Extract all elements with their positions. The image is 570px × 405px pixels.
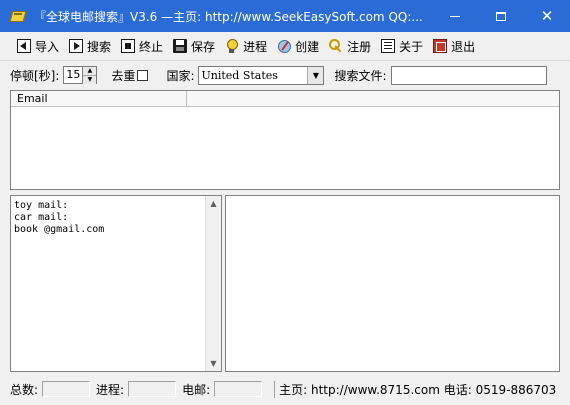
empty-column-header[interactable] <box>187 91 559 106</box>
email-list-header: Email <box>11 91 559 107</box>
delay-spinner[interactable]: 15 ▲ ▼ <box>63 66 98 84</box>
email-count-field <box>214 381 263 397</box>
minimize-icon <box>450 15 460 17</box>
exit-button[interactable]: 退出 <box>433 35 475 57</box>
import-label: 导入 <box>35 39 60 54</box>
app-icon <box>10 8 26 24</box>
search-file-label: 搜索文件: <box>334 68 387 83</box>
keyword-scrollbar[interactable]: ▲ ▼ <box>205 196 221 371</box>
exit-label: 退出 <box>451 39 476 54</box>
save-icon <box>173 39 188 53</box>
email-list[interactable]: Email <box>10 90 560 190</box>
stop-label: 终止 <box>139 39 164 54</box>
key-icon <box>329 39 343 53</box>
dedupe-checkbox[interactable] <box>137 69 149 81</box>
save-label: 保存 <box>191 39 216 54</box>
progress-field <box>128 381 177 397</box>
save-button[interactable]: 保存 <box>173 35 215 57</box>
keyword-pane[interactable]: toy mail: car mail: book @gmail.com ▲ ▼ <box>10 195 222 372</box>
keyword-text[interactable]: toy mail: car mail: book @gmail.com <box>14 200 104 236</box>
minimize-button[interactable] <box>432 0 478 32</box>
create-label: 创建 <box>295 39 320 54</box>
about-icon <box>381 39 396 53</box>
scroll-down-icon[interactable]: ▼ <box>206 356 221 371</box>
register-label: 注册 <box>347 39 372 54</box>
maximize-button[interactable] <box>478 0 524 32</box>
options-bar: 停顿[秒]: 15 ▲ ▼ 去重 国家: United States ▼ 搜索文… <box>0 62 570 88</box>
stop-icon <box>121 39 136 53</box>
country-value: United States <box>201 68 278 82</box>
dedupe-label: 去重 <box>111 68 136 83</box>
keyword-line: car mail: <box>14 212 69 223</box>
progress-status-label: 进程: <box>96 382 125 397</box>
import-button[interactable]: 导入 <box>17 35 59 57</box>
keyword-line: toy mail: <box>14 200 69 211</box>
spin-down-icon[interactable]: ▼ <box>83 75 97 84</box>
close-button[interactable]: ✕ <box>524 0 570 32</box>
window-controls: ✕ <box>432 0 570 32</box>
stop-button[interactable]: 终止 <box>121 35 163 57</box>
email-status-label: 电邮: <box>182 382 211 397</box>
search-file-input[interactable] <box>390 65 547 85</box>
maximize-icon <box>496 11 506 21</box>
spin-up-icon[interactable]: ▲ <box>83 67 97 75</box>
title-bar[interactable]: 『全球电邮搜索』V3.6 —主页: http://www.SeekEasySof… <box>0 0 570 32</box>
toolbar: 导入 搜索 终止 保存 进程 创建 注册 关于 退出 <box>0 32 570 61</box>
log-pane[interactable] <box>225 195 560 372</box>
search-button[interactable]: 搜索 <box>69 35 111 57</box>
delay-spinner-buttons[interactable]: ▲ ▼ <box>83 66 98 84</box>
about-button[interactable]: 关于 <box>381 35 423 57</box>
delay-label: 停顿[秒]: <box>10 68 60 83</box>
bulb-icon <box>225 39 239 53</box>
close-icon: ✕ <box>540 7 554 25</box>
register-button[interactable]: 注册 <box>329 35 371 57</box>
status-bar: 总数: 进程: 电邮: 主页: http://www.8715.com 电话: … <box>0 378 570 400</box>
about-label: 关于 <box>399 39 424 54</box>
search-label: 搜索 <box>87 39 112 54</box>
keyword-line: book @gmail.com <box>14 224 105 235</box>
country-select[interactable]: United States ▼ <box>198 65 325 85</box>
email-column-header[interactable]: Email <box>11 91 187 106</box>
delay-input[interactable]: 15 <box>63 66 84 84</box>
progress-label: 进程 <box>243 39 268 54</box>
window-title: 『全球电邮搜索』V3.6 —主页: http://www.SeekEasySof… <box>34 9 423 24</box>
create-icon <box>277 39 292 53</box>
scroll-up-icon[interactable]: ▲ <box>206 196 221 211</box>
home-info: 主页: http://www.8715.com 电话: 0519-886703 <box>274 380 556 398</box>
dropdown-arrow-icon[interactable]: ▼ <box>307 66 324 84</box>
create-button[interactable]: 创建 <box>277 35 319 57</box>
total-field <box>42 381 91 397</box>
exit-icon <box>433 39 448 53</box>
import-icon <box>17 39 31 53</box>
search-play-icon <box>69 39 84 53</box>
progress-button[interactable]: 进程 <box>225 35 267 57</box>
country-label: 国家: <box>166 68 195 83</box>
total-label: 总数: <box>10 382 39 397</box>
